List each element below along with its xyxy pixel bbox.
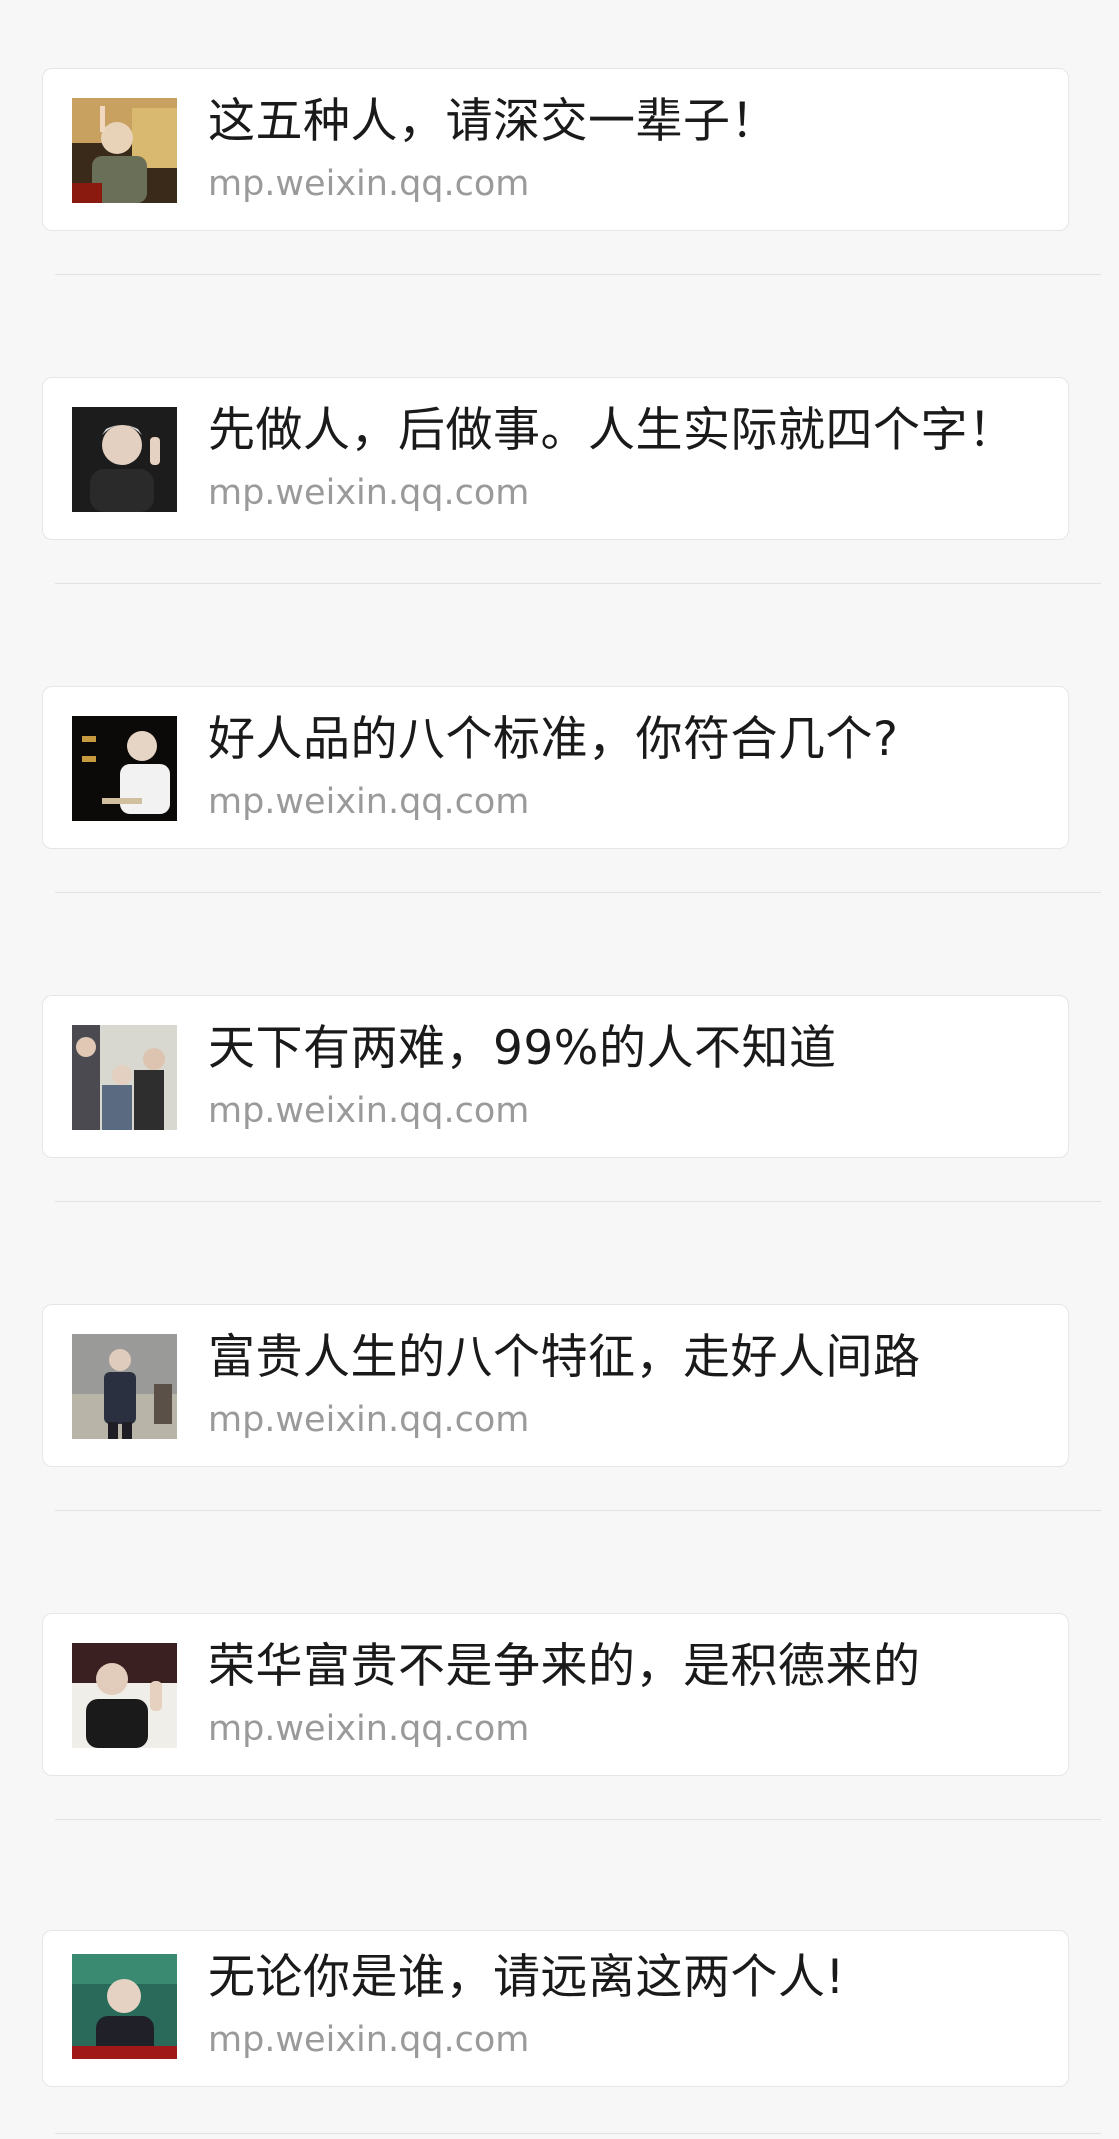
divider [55,892,1101,893]
link-card-item: 这五种人，请深交一辈子！ mp.weixin.qq.com [0,0,1119,309]
article-source-domain: mp.weixin.qq.com [208,782,530,822]
link-card[interactable]: 先做人，后做事。人生实际就四个字！ mp.weixin.qq.com [42,377,1069,540]
article-thumbnail [72,407,177,512]
article-title: 这五种人，请深交一辈子！ [208,94,778,149]
divider [55,2133,1101,2134]
divider [55,1819,1101,1820]
article-source-domain: mp.weixin.qq.com [208,1091,530,1131]
link-card[interactable]: 这五种人，请深交一辈子！ mp.weixin.qq.com [42,68,1069,231]
divider [55,1510,1101,1511]
article-title: 天下有两难，99%的人不知道 [208,1021,837,1076]
link-card[interactable]: 天下有两难，99%的人不知道 mp.weixin.qq.com [42,995,1069,1158]
link-card[interactable]: 好人品的八个标准，你符合几个? mp.weixin.qq.com [42,686,1069,849]
link-card[interactable]: 无论你是谁，请远离这两个人! mp.weixin.qq.com [42,1930,1069,2087]
article-thumbnail [72,1954,177,2059]
article-source-domain: mp.weixin.qq.com [208,2020,530,2060]
article-source-domain: mp.weixin.qq.com [208,473,530,513]
article-title: 富贵人生的八个特征，走好人间路 [208,1330,921,1385]
link-card-item: 天下有两难，99%的人不知道 mp.weixin.qq.com [0,927,1119,1236]
article-thumbnail [72,1643,177,1748]
divider [55,274,1101,275]
link-card[interactable]: 荣华富贵不是争来的，是积德来的 mp.weixin.qq.com [42,1613,1069,1776]
article-thumbnail [72,1025,177,1130]
article-source-domain: mp.weixin.qq.com [208,1400,530,1440]
link-card-item: 富贵人生的八个特征，走好人间路 mp.weixin.qq.com [0,1236,1119,1545]
link-card[interactable]: 富贵人生的八个特征，走好人间路 mp.weixin.qq.com [42,1304,1069,1467]
article-thumbnail [72,98,177,203]
link-card-item: 无论你是谁，请远离这两个人! mp.weixin.qq.com [0,1854,1119,2139]
article-title: 好人品的八个标准，你符合几个? [208,712,899,767]
divider [55,1201,1101,1202]
article-thumbnail [72,716,177,821]
article-source-domain: mp.weixin.qq.com [208,1709,530,1749]
article-thumbnail [72,1334,177,1439]
article-title: 无论你是谁，请远离这两个人! [208,1950,845,2005]
link-card-item: 先做人，后做事。人生实际就四个字！ mp.weixin.qq.com [0,309,1119,618]
link-card-item: 荣华富贵不是争来的，是积德来的 mp.weixin.qq.com [0,1545,1119,1854]
divider [55,583,1101,584]
article-title: 荣华富贵不是争来的，是积德来的 [208,1639,921,1694]
shared-link-feed: 这五种人，请深交一辈子！ mp.weixin.qq.com 先做人，后做事。人生… [0,0,1119,2139]
article-title: 先做人，后做事。人生实际就四个字！ [208,403,1016,458]
link-card-item: 好人品的八个标准，你符合几个? mp.weixin.qq.com [0,618,1119,927]
article-source-domain: mp.weixin.qq.com [208,164,530,204]
